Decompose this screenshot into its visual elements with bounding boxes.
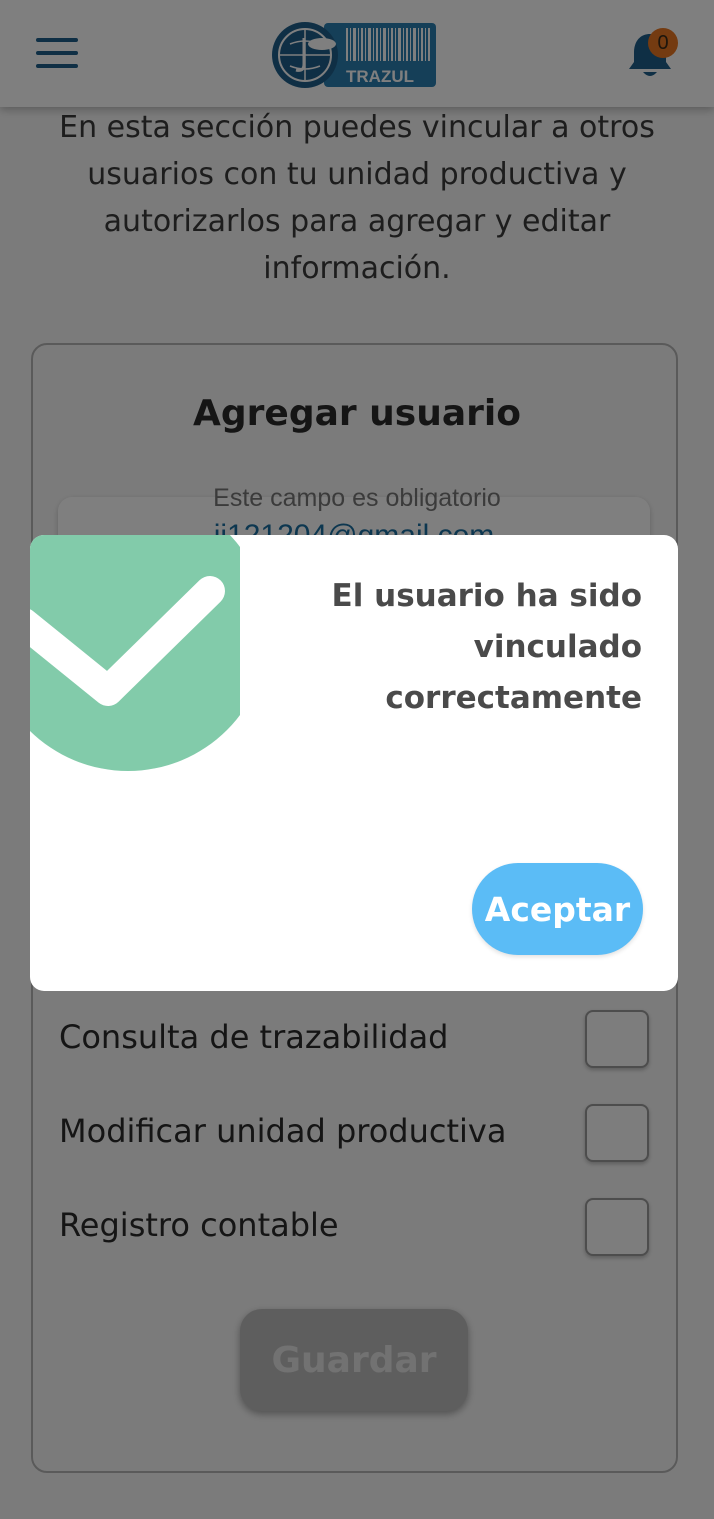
modal-message-line: correctamente [385, 680, 642, 716]
accept-button[interactable]: Aceptar [472, 863, 643, 955]
page: TRAZUL 0 En esta sección puedes vincular… [0, 0, 714, 1519]
success-modal: El usuario ha sido vinculado correctamen… [30, 535, 678, 991]
success-check-icon [30, 535, 240, 771]
modal-message: El usuario ha sido vinculado correctamen… [282, 571, 642, 724]
modal-message-line: vinculado [473, 629, 642, 665]
modal-message-line: El usuario ha sido [331, 578, 642, 614]
